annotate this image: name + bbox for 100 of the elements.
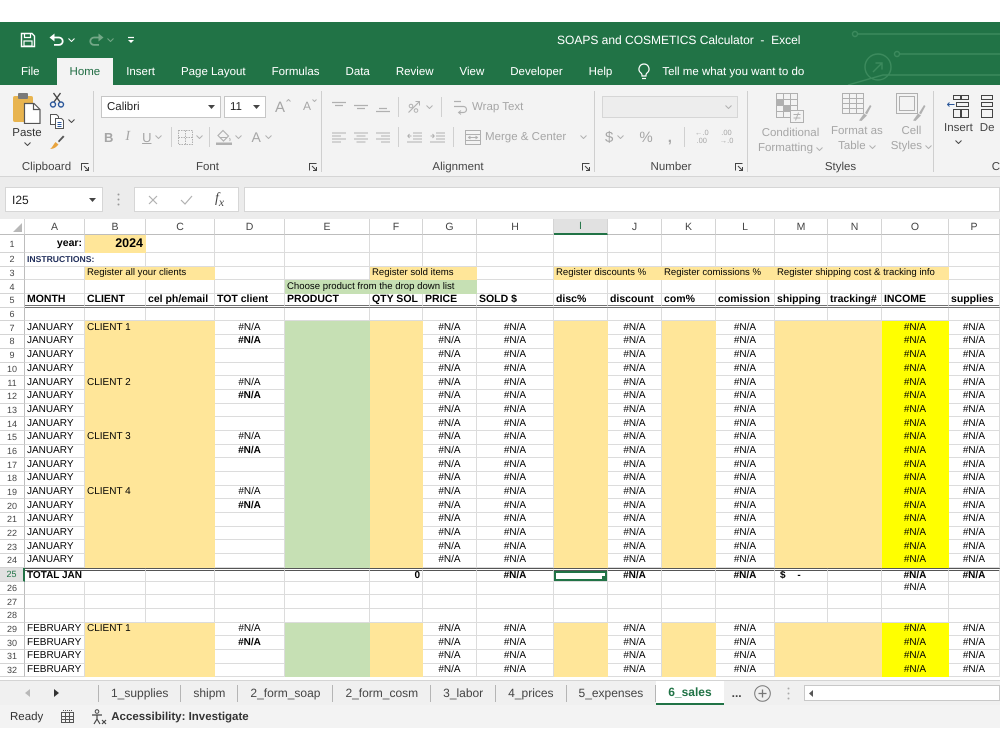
row-header[interactable]: 14 bbox=[0, 417, 25, 431]
font-size-dropdown[interactable]: 11 bbox=[224, 96, 266, 118]
column-header[interactable]: G bbox=[423, 219, 477, 235]
column-header[interactable]: D bbox=[215, 219, 285, 235]
row-header[interactable]: 10 bbox=[0, 362, 25, 376]
insert-function-button[interactable]: f$_{x}$ bbox=[215, 190, 224, 208]
ribbon-tab[interactable]: Developer bbox=[497, 58, 576, 85]
scissors-icon[interactable] bbox=[49, 92, 65, 108]
column-header[interactable]: C bbox=[146, 219, 215, 235]
undo-icon[interactable] bbox=[49, 33, 65, 47]
caret-icon[interactable] bbox=[68, 119, 75, 123]
row-header[interactable]: 30 bbox=[0, 636, 25, 650]
row-header[interactable]: 16 bbox=[0, 444, 25, 458]
sheet-tab[interactable]: 4_prices bbox=[496, 681, 566, 705]
ribbon-tab[interactable]: Review bbox=[382, 58, 447, 85]
row-header[interactable]: 19 bbox=[0, 486, 25, 500]
ribbon-tab[interactable]: Insert bbox=[113, 58, 168, 85]
sheet-tab[interactable]: 6_sales bbox=[656, 681, 724, 705]
column-header[interactable]: P bbox=[949, 219, 1000, 235]
table-cell bbox=[608, 608, 662, 623]
row-header[interactable]: 7 bbox=[0, 321, 25, 336]
column-header[interactable]: L bbox=[716, 219, 775, 235]
row-header[interactable]: 26 bbox=[0, 582, 25, 596]
copy-icon[interactable] bbox=[49, 113, 65, 129]
row-header[interactable]: 12 bbox=[0, 390, 25, 404]
formula-input[interactable] bbox=[244, 187, 1000, 212]
column-header[interactable]: N bbox=[828, 219, 882, 235]
row-header[interactable]: 6 bbox=[0, 308, 25, 322]
column-header[interactable]: H bbox=[477, 219, 554, 235]
row-header[interactable]: 13 bbox=[0, 404, 25, 418]
more-sheets-button[interactable]: ... bbox=[724, 681, 752, 705]
table-cell bbox=[716, 595, 775, 609]
spreadsheet-icon[interactable] bbox=[61, 710, 74, 723]
row-header[interactable]: 2 bbox=[0, 253, 25, 267]
corner-arrow-icon[interactable] bbox=[309, 163, 317, 171]
horizontal-scrollbar[interactable] bbox=[804, 685, 1000, 701]
row-header[interactable]: 5 bbox=[0, 294, 25, 308]
ribbon-tab[interactable]: Formulas bbox=[258, 58, 333, 85]
sheet-tab[interactable]: 2_form_cosm bbox=[333, 681, 430, 705]
row-header[interactable]: 11 bbox=[0, 376, 25, 390]
save-icon[interactable] bbox=[20, 32, 36, 48]
row-header[interactable]: 8 bbox=[0, 335, 25, 349]
row-header[interactable]: 20 bbox=[0, 499, 25, 514]
column-header[interactable]: E bbox=[285, 219, 370, 235]
column-heading: MONTH bbox=[25, 294, 85, 308]
column-header[interactable]: M bbox=[775, 219, 828, 235]
row-header[interactable]: 17 bbox=[0, 458, 25, 472]
row-header[interactable]: 22 bbox=[0, 526, 25, 540]
row-header[interactable]: 32 bbox=[0, 664, 25, 678]
font-name-dropdown[interactable]: Calibri bbox=[101, 96, 221, 118]
caret-left-icon[interactable] bbox=[808, 690, 813, 696]
insert-button[interactable]: Insert bbox=[942, 90, 975, 158]
sheet-tab[interactable]: 1_supplies bbox=[99, 681, 180, 705]
corner-arrow-icon[interactable] bbox=[582, 163, 590, 171]
sheet-tab[interactable]: 2_form_soap bbox=[238, 681, 332, 705]
ribbon-tab[interactable]: Page Layout bbox=[168, 58, 259, 85]
row-header[interactable]: 1 bbox=[0, 235, 25, 253]
row-header[interactable]: 29 bbox=[0, 622, 25, 636]
sheet-tab[interactable]: 5_expenses bbox=[566, 681, 656, 705]
column-header[interactable]: A bbox=[25, 219, 85, 235]
menu-caret-icon[interactable] bbox=[127, 36, 135, 44]
select-all-icon[interactable] bbox=[13, 223, 22, 232]
selected-cell[interactable] bbox=[554, 568, 608, 582]
ribbon-tab[interactable]: Home bbox=[56, 58, 114, 85]
ribbon-tab[interactable]: Data bbox=[332, 58, 383, 85]
column-header[interactable]: B bbox=[85, 219, 146, 235]
sheet-tab[interactable]: 3_labor bbox=[431, 681, 496, 705]
ribbon-tab[interactable]: Help bbox=[576, 58, 626, 85]
column-header[interactable]: F bbox=[370, 219, 423, 235]
row-header[interactable]: 28 bbox=[0, 608, 25, 623]
caret-icon[interactable] bbox=[89, 198, 96, 202]
row-header[interactable]: 9 bbox=[0, 348, 25, 362]
column-header[interactable]: K bbox=[662, 219, 716, 235]
plus-circle-icon[interactable] bbox=[754, 684, 771, 702]
tell-me-field[interactable]: Tell me what you want to do bbox=[662, 66, 822, 78]
corner-arrow-icon[interactable] bbox=[735, 163, 743, 171]
delete-button[interactable]: De bbox=[978, 90, 996, 158]
row-header[interactable]: 25 bbox=[0, 568, 25, 582]
row-header[interactable]: 27 bbox=[0, 595, 25, 609]
ribbon-tab[interactable]: File bbox=[4, 58, 57, 85]
column-header[interactable]: J bbox=[608, 219, 662, 235]
paste-button[interactable]: Paste bbox=[9, 90, 45, 158]
row-header[interactable]: 18 bbox=[0, 472, 25, 486]
column-header[interactable]: I bbox=[554, 219, 608, 235]
row-header[interactable]: 4 bbox=[0, 280, 25, 294]
corner-arrow-icon[interactable] bbox=[81, 163, 89, 171]
column-header[interactable]: O bbox=[882, 219, 949, 235]
row-header[interactable]: 15 bbox=[0, 430, 25, 445]
sheet-tab[interactable]: shipm bbox=[181, 681, 238, 705]
accessibility-status[interactable]: Accessibility: Investigate bbox=[111, 710, 249, 722]
row-header[interactable]: 24 bbox=[0, 554, 25, 568]
fill-handle-icon[interactable] bbox=[602, 576, 607, 580]
ribbon-tab[interactable]: View bbox=[446, 58, 498, 85]
name-box[interactable]: I25 bbox=[5, 187, 103, 212]
row-header[interactable]: 31 bbox=[0, 650, 25, 664]
row-header[interactable]: 23 bbox=[0, 540, 25, 554]
row-header[interactable]: 21 bbox=[0, 513, 25, 527]
row-header[interactable]: 3 bbox=[0, 266, 25, 280]
caret-right-icon[interactable] bbox=[54, 689, 59, 697]
paintbrush-icon[interactable] bbox=[49, 134, 65, 150]
